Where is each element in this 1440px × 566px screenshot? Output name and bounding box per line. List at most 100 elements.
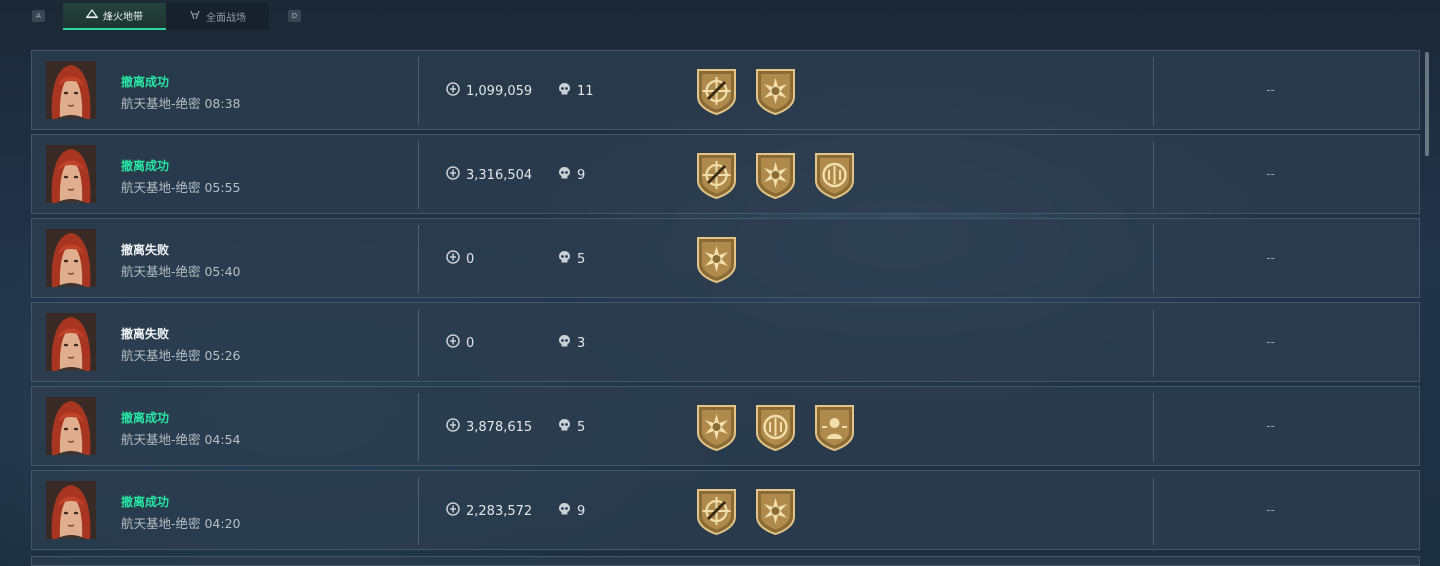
kill-count: 11 — [558, 82, 594, 100]
asset-value: 2,283,572 — [446, 502, 532, 520]
asset-value-text: 0 — [466, 251, 475, 267]
kill-count-text: 11 — [577, 83, 594, 99]
target-medal-icon[interactable] — [694, 151, 739, 200]
extraction-status: 撤离失败 — [121, 327, 170, 341]
match-row[interactable]: 撤离成功 航天基地-绝密 04:20 2,283,572 9 -- — [31, 470, 1420, 550]
avatar — [46, 61, 96, 119]
extraction-status: 撤离失败 — [121, 243, 170, 257]
kill-count-text: 9 — [577, 167, 586, 183]
medal-list — [694, 67, 798, 116]
extraction-status: 撤离成功 — [121, 75, 170, 89]
extra-value: -- — [1266, 83, 1275, 97]
sunburst-medal-icon[interactable] — [753, 151, 798, 200]
kill-count: 5 — [558, 418, 585, 436]
coin-icon — [446, 82, 460, 100]
divider — [418, 141, 419, 209]
coin-icon — [446, 502, 460, 520]
asset-value: 0 — [446, 250, 474, 268]
asset-value: 1,099,059 — [446, 82, 532, 100]
list-item-partial — [31, 556, 1420, 566]
divider — [1153, 141, 1154, 209]
divider — [418, 57, 419, 125]
coin-icon — [446, 418, 460, 436]
match-row[interactable]: 撤离成功 航天基地-绝密 08:38 1,099,059 11 -- — [31, 50, 1420, 130]
map-and-duration: 航天基地-绝密 05:55 — [121, 180, 241, 195]
extra-value: -- — [1266, 251, 1275, 265]
divider — [1153, 309, 1154, 377]
sunburst-medal-icon[interactable] — [753, 67, 798, 116]
kill-count-text: 3 — [577, 335, 586, 351]
tab-full-battlefield[interactable]: 全面战场 — [166, 3, 269, 30]
laurel-medal-icon[interactable] — [753, 403, 798, 452]
medal-list — [694, 235, 739, 284]
kill-count-text: 5 — [577, 419, 586, 435]
divider — [1153, 477, 1154, 545]
asset-value-text: 2,283,572 — [466, 503, 533, 519]
sunburst-medal-icon[interactable] — [753, 487, 798, 536]
skull-icon — [558, 418, 571, 436]
match-row[interactable]: 撤离失败 航天基地-绝密 05:26 0 3 -- — [31, 302, 1420, 382]
asset-value: 3,878,615 — [446, 418, 532, 436]
sunburst-medal-icon[interactable] — [694, 235, 739, 284]
match-row[interactable]: 撤离成功 航天基地-绝密 05:55 3,316,504 9 -- — [31, 134, 1420, 214]
map-and-duration: 航天基地-绝密 04:54 — [121, 432, 241, 447]
hazard-zone-icon — [85, 8, 99, 22]
skull-icon — [558, 82, 571, 100]
match-history-list: 撤离成功 航天基地-绝密 08:38 1,099,059 11 -- 撤离成功 … — [31, 50, 1420, 554]
divider — [1153, 393, 1154, 461]
sunburst-medal-icon[interactable] — [694, 403, 739, 452]
divider — [418, 477, 419, 545]
extraction-status: 撤离成功 — [121, 159, 170, 173]
top-bar: A 烽火地带 全面战场 D — [0, 0, 1440, 32]
extra-value: -- — [1266, 335, 1275, 349]
match-row[interactable]: 撤离成功 航天基地-绝密 04:54 3,878,615 5 -- — [31, 386, 1420, 466]
asset-value-text: 1,099,059 — [466, 83, 533, 99]
coin-icon — [446, 334, 460, 352]
key-hint-right: D — [288, 10, 301, 22]
map-and-duration: 航天基地-绝密 05:26 — [121, 348, 241, 363]
target-medal-icon[interactable] — [694, 67, 739, 116]
laurel-medal-icon[interactable] — [812, 151, 857, 200]
mode-tabs: 烽火地带 全面战场 — [63, 3, 269, 30]
extraction-status: 撤离成功 — [121, 495, 170, 509]
medal-list — [694, 403, 857, 452]
operator-medal-icon[interactable] — [812, 403, 857, 452]
avatar — [46, 397, 96, 455]
divider — [418, 225, 419, 293]
skull-icon — [558, 502, 571, 520]
divider — [418, 309, 419, 377]
asset-value: 3,316,504 — [446, 166, 532, 184]
divider — [1153, 225, 1154, 293]
extra-value: -- — [1266, 167, 1275, 181]
avatar — [46, 481, 96, 539]
asset-value-text: 3,878,615 — [466, 419, 533, 435]
kill-count: 3 — [558, 334, 585, 352]
kill-count: 9 — [558, 502, 585, 520]
asset-value-text: 0 — [466, 335, 475, 351]
kill-count-text: 5 — [577, 251, 586, 267]
tab-label: 烽火地带 — [103, 12, 143, 23]
skull-icon — [558, 334, 571, 352]
map-and-duration: 航天基地-绝密 08:38 — [121, 96, 241, 111]
extra-value: -- — [1266, 503, 1275, 517]
key-hint-left: A — [32, 10, 45, 22]
extraction-status: 撤离成功 — [121, 411, 170, 425]
kill-count: 5 — [558, 250, 585, 268]
tab-label: 全面战场 — [206, 13, 246, 24]
coin-icon — [446, 166, 460, 184]
tab-hazard-zone[interactable]: 烽火地带 — [63, 3, 166, 30]
kill-count: 9 — [558, 166, 585, 184]
kill-count-text: 9 — [577, 503, 586, 519]
extra-value: -- — [1266, 419, 1275, 433]
map-and-duration: 航天基地-绝密 04:20 — [121, 516, 241, 531]
scrollbar[interactable] — [1425, 52, 1429, 156]
target-medal-icon[interactable] — [694, 487, 739, 536]
avatar — [46, 229, 96, 287]
asset-value: 0 — [446, 334, 474, 352]
medal-list — [694, 151, 857, 200]
match-row[interactable]: 撤离失败 航天基地-绝密 05:40 0 5 -- — [31, 218, 1420, 298]
map-and-duration: 航天基地-绝密 05:40 — [121, 264, 241, 279]
divider — [1153, 57, 1154, 125]
skull-icon — [558, 166, 571, 184]
coin-icon — [446, 250, 460, 268]
